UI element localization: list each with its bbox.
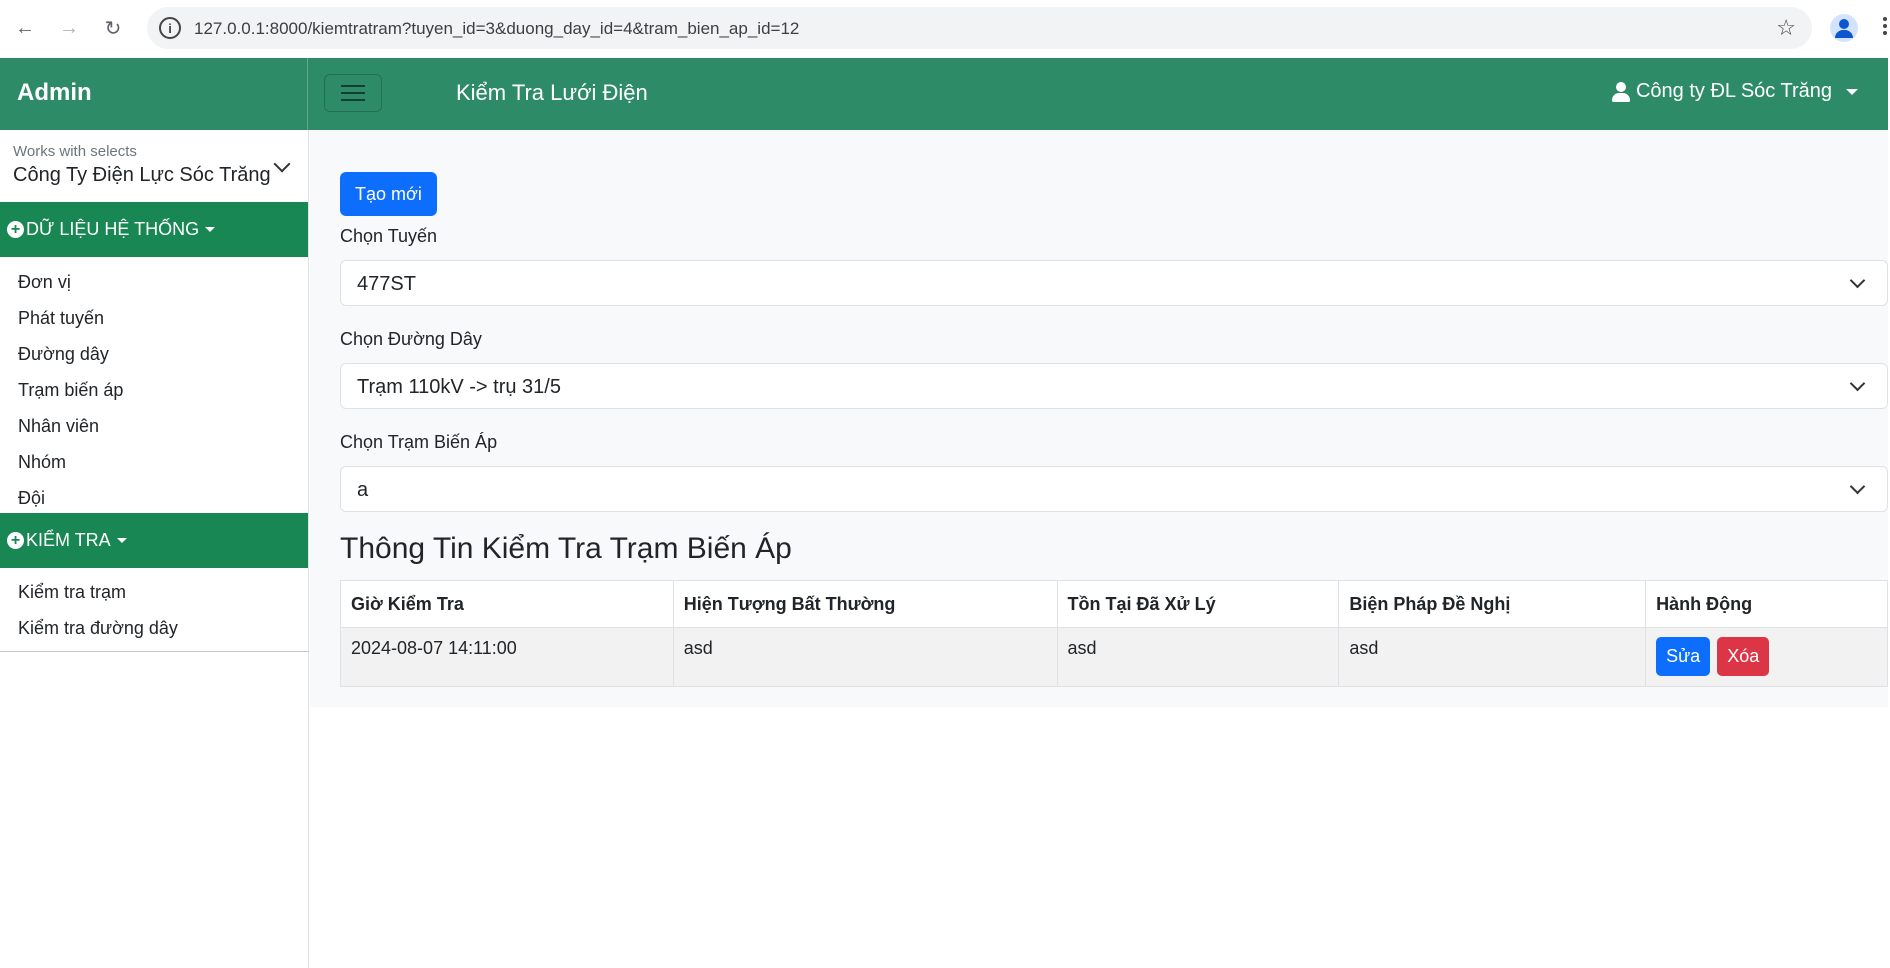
caret-down-icon: [116, 538, 127, 543]
edit-button[interactable]: Sửa: [1656, 637, 1711, 676]
sidebar-item-phat-tuyen[interactable]: Phát tuyến: [0, 300, 308, 336]
caret-down-icon: [205, 227, 216, 232]
tuyen-label: Chọn Tuyến: [340, 226, 438, 246]
sidebar-item-nhan-vien[interactable]: Nhân viên: [0, 408, 308, 444]
inspection-table: Giờ Kiểm Tra Hiện Tượng Bất Thường Tồn T…: [340, 580, 1888, 687]
table-header-row: Giờ Kiểm Tra Hiện Tượng Bất Thường Tồn T…: [340, 580, 1888, 628]
chevron-down-icon: [1849, 375, 1866, 392]
back-arrow-icon[interactable]: ←: [5, 8, 45, 48]
tuyen-select[interactable]: 477ST: [340, 260, 1888, 306]
system-data-menu: Đơn vị Phát tuyến Đường dây Trạm biến áp…: [0, 264, 308, 516]
select-hint: Works with selects: [13, 143, 137, 160]
chevron-down-icon: [1849, 272, 1866, 289]
cell-proposal: asd: [1338, 627, 1647, 687]
duong-day-select-value: Trạm 110kV -> trụ 31/5: [357, 376, 561, 398]
app-navbar: Admin Kiểm Tra Lưới Điện Công ty ĐL Sóc …: [0, 58, 1888, 130]
app-title[interactable]: Kiểm Tra Lưới Điện: [456, 80, 648, 106]
user-icon: [1611, 81, 1630, 102]
sidebar-item-tram-bien-ap[interactable]: Trạm biến áp: [0, 372, 308, 408]
main-content: Tạo mới Chọn Tuyến 477ST Chọn Đường Dây …: [310, 130, 1888, 707]
url-text[interactable]: 127.0.0.1:8000/kiemtratram?tuyen_id=3&du…: [194, 19, 799, 39]
organization-select[interactable]: Works with selects Công Ty Điện Lực Sóc …: [0, 130, 308, 202]
divider: [0, 651, 309, 652]
sidebar-item-kiem-tra-duong-day[interactable]: Kiểm tra đường dây: [0, 610, 308, 646]
sidebar-item-don-vi[interactable]: Đơn vị: [0, 264, 308, 300]
cell-actions: Sửa Xóa: [1645, 627, 1888, 687]
browser-toolbar: ← → ↻ i 127.0.0.1:8000/kiemtratram?tuyen…: [0, 0, 1890, 56]
user-name: Công ty ĐL Sóc Trăng: [1635, 80, 1832, 102]
chevron-down-icon: [273, 155, 291, 173]
user-menu-dropdown[interactable]: Công ty ĐL Sóc Trăng: [1611, 80, 1858, 103]
column-header: Biện Pháp Đề Nghị: [1338, 580, 1647, 628]
plus-circle-icon: +: [7, 532, 24, 549]
create-new-button[interactable]: Tạo mới: [340, 172, 437, 216]
section-label: KIỂM TRA: [26, 530, 111, 550]
caret-down-icon: [1846, 88, 1858, 95]
sidebar: Works with selects Công Ty Điện Lực Sóc …: [0, 130, 309, 968]
section-system-data-toggle[interactable]: + DỮ LIỆU HỆ THỐNG: [0, 202, 308, 257]
cell-time: 2024-08-07 14:11:00: [340, 627, 674, 687]
delete-button[interactable]: Xóa: [1717, 637, 1770, 676]
sidebar-toggle-button[interactable]: [324, 74, 382, 112]
browser-menu-icon[interactable]: [1880, 14, 1890, 42]
tuyen-select-value: 477ST: [357, 273, 416, 295]
hamburger-icon: [341, 85, 365, 87]
sidebar-item-kiem-tra-tram[interactable]: Kiểm tra trạm: [0, 574, 308, 610]
tram-select-value: a: [357, 479, 369, 501]
section-label: DỮ LIỆU HỆ THỐNG: [26, 219, 200, 239]
tram-label: Chọn Trạm Biến Áp: [340, 432, 498, 452]
column-header: Hiện Tượng Bất Thường: [672, 580, 1058, 628]
chevron-down-icon: [1849, 478, 1866, 495]
cell-handled: asd: [1056, 627, 1340, 687]
brand-title[interactable]: Admin: [0, 58, 308, 130]
bookmark-star-icon[interactable]: ☆: [1776, 15, 1796, 41]
column-header: Tồn Tại Đã Xử Lý: [1056, 580, 1340, 628]
address-bar[interactable]: i 127.0.0.1:8000/kiemtratram?tuyen_id=3&…: [147, 7, 1812, 49]
section-title: Thông Tin Kiểm Tra Trạm Biến Áp: [340, 532, 792, 565]
column-header: Hành Động: [1645, 580, 1888, 628]
column-header: Giờ Kiểm Tra: [340, 580, 674, 628]
duong-day-select[interactable]: Trạm 110kV -> trụ 31/5: [340, 363, 1888, 409]
tram-select[interactable]: a: [340, 466, 1888, 512]
inspection-menu: Kiểm tra trạm Kiểm tra đường dây: [0, 574, 308, 646]
sidebar-item-duong-day[interactable]: Đường dây: [0, 336, 308, 372]
profile-avatar-icon[interactable]: [1830, 14, 1858, 42]
select-value: Công Ty Điện Lực Sóc Trăng: [13, 164, 271, 186]
info-icon[interactable]: i: [159, 17, 181, 39]
sidebar-item-doi[interactable]: Đội: [0, 480, 308, 516]
plus-circle-icon: +: [7, 221, 24, 238]
section-inspection-toggle[interactable]: + KIỂM TRA: [0, 513, 308, 568]
cell-phenomenon: asd: [672, 627, 1058, 687]
reload-icon[interactable]: ↻: [93, 8, 133, 48]
sidebar-item-nhom[interactable]: Nhóm: [0, 444, 308, 480]
duong-day-label: Chọn Đường Dây: [340, 329, 482, 349]
table-row: 2024-08-07 14:11:00 asd asd asd Sửa Xóa: [340, 627, 1888, 687]
forward-arrow-icon[interactable]: →: [49, 8, 89, 48]
